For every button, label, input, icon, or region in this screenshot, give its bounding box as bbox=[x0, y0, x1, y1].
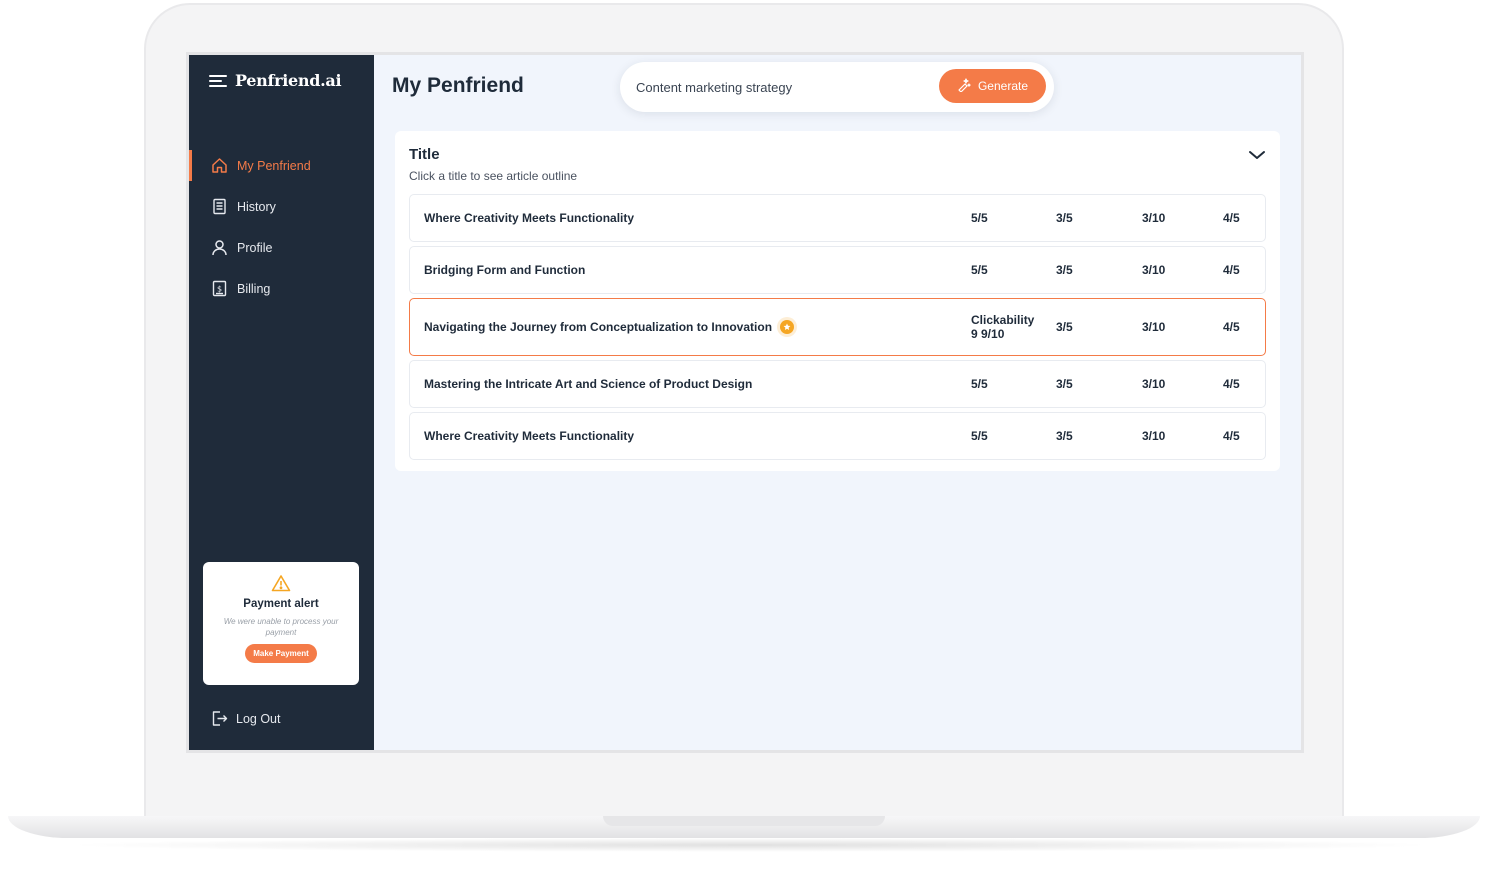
score-cell: 3/10 bbox=[1142, 377, 1166, 391]
score-cell: Clickability 9 9/10 bbox=[971, 313, 1035, 341]
score-cell: 5/5 bbox=[971, 263, 988, 277]
sidebar-item-billing[interactable]: $ Billing bbox=[189, 268, 374, 309]
score-cell: 3/5 bbox=[1056, 429, 1073, 443]
title-list: Where Creativity Meets Functionality 5/5… bbox=[409, 194, 1266, 464]
logout-label: Log Out bbox=[236, 711, 281, 726]
score-cell: 4/5 bbox=[1223, 211, 1240, 225]
score-cell: 3/5 bbox=[1056, 211, 1073, 225]
row-title: Bridging Form and Function bbox=[424, 263, 586, 277]
score-cell: 5/5 bbox=[971, 377, 988, 391]
row-title: Where Creativity Meets Functionality bbox=[424, 429, 635, 443]
star-icon bbox=[780, 320, 795, 334]
logo[interactable]: Penfriend.ai bbox=[235, 71, 342, 90]
topic-input[interactable] bbox=[636, 77, 926, 97]
menu-icon[interactable] bbox=[209, 74, 227, 88]
sidebar-nav: My Penfriend History Profile $ Billing bbox=[189, 145, 374, 309]
sidebar-item-my-penfriend[interactable]: My Penfriend bbox=[189, 145, 374, 186]
sparkle-icon bbox=[957, 77, 971, 95]
app-window: Penfriend.ai My Penfriend History Profil… bbox=[189, 55, 1301, 750]
svg-text:$: $ bbox=[217, 285, 222, 294]
sidebar-item-label: Billing bbox=[237, 281, 271, 296]
title-row[interactable]: Mastering the Intricate Art and Science … bbox=[409, 360, 1266, 408]
make-payment-button[interactable]: Make Payment bbox=[245, 644, 317, 663]
score-cell: 4/5 bbox=[1223, 429, 1240, 443]
sidebar-item-label: History bbox=[237, 199, 276, 214]
topic-search-bar: Generate bbox=[620, 62, 1054, 112]
laptop-notch bbox=[603, 816, 885, 826]
score-cell: 3/10 bbox=[1142, 211, 1166, 225]
score-cell: 3/5 bbox=[1056, 320, 1073, 334]
title-row[interactable]: Bridging Form and Function 5/5 3/5 3/10 … bbox=[409, 246, 1266, 294]
score-cell: 3/5 bbox=[1056, 377, 1073, 391]
score-cell: 3/10 bbox=[1142, 320, 1166, 334]
title-row[interactable]: Where Creativity Meets Functionality 5/5… bbox=[409, 194, 1266, 242]
warning-icon bbox=[203, 574, 359, 592]
panel-subtitle: Click a title to see article outline bbox=[409, 169, 578, 183]
panel-title: Title bbox=[409, 146, 440, 163]
payment-alert-card: Payment alert We were unable to process … bbox=[203, 562, 359, 685]
sidebar-item-profile[interactable]: Profile bbox=[189, 227, 374, 268]
document-list-icon bbox=[211, 198, 228, 215]
main-content: My Penfriend Generate Title Click a titl… bbox=[374, 55, 1301, 750]
page-title: My Penfriend bbox=[392, 74, 524, 97]
score-cell: 4/5 bbox=[1223, 377, 1240, 391]
score-cell: 4/5 bbox=[1223, 320, 1240, 334]
row-title: Navigating the Journey from Conceptualiz… bbox=[424, 320, 795, 334]
logout-icon bbox=[211, 710, 228, 727]
laptop-shadow bbox=[60, 838, 1440, 852]
payment-alert-text: We were unable to process your payment bbox=[223, 617, 339, 637]
payment-alert-title: Payment alert bbox=[243, 598, 319, 610]
billing-icon: $ bbox=[211, 280, 228, 297]
sidebar-item-label: Profile bbox=[237, 240, 273, 255]
titles-panel: Title Click a title to see article outli… bbox=[395, 131, 1280, 471]
score-cell: 3/10 bbox=[1142, 429, 1166, 443]
sidebar-item-label: My Penfriend bbox=[237, 158, 311, 173]
home-icon bbox=[211, 157, 228, 174]
score-cell: 4/5 bbox=[1223, 263, 1240, 277]
generate-button[interactable]: Generate bbox=[939, 69, 1046, 103]
title-row[interactable]: Where Creativity Meets Functionality 5/5… bbox=[409, 412, 1266, 460]
score-cell: 3/10 bbox=[1142, 263, 1166, 277]
sidebar: Penfriend.ai My Penfriend History Profil… bbox=[189, 55, 374, 750]
score-cell: 5/5 bbox=[971, 211, 988, 225]
score-cell: 3/5 bbox=[1056, 263, 1073, 277]
sidebar-item-history[interactable]: History bbox=[189, 186, 374, 227]
generate-label: Generate bbox=[977, 79, 1029, 93]
title-row-selected[interactable]: Navigating the Journey from Conceptualiz… bbox=[409, 298, 1266, 356]
logo-row: Penfriend.ai bbox=[209, 71, 342, 90]
row-title: Mastering the Intricate Art and Science … bbox=[424, 377, 753, 391]
row-title: Where Creativity Meets Functionality bbox=[424, 211, 635, 225]
user-icon bbox=[211, 239, 228, 256]
score-cell: 5/5 bbox=[971, 429, 988, 443]
chevron-down-icon[interactable] bbox=[1248, 148, 1266, 160]
logout-button[interactable]: Log Out bbox=[211, 710, 280, 727]
